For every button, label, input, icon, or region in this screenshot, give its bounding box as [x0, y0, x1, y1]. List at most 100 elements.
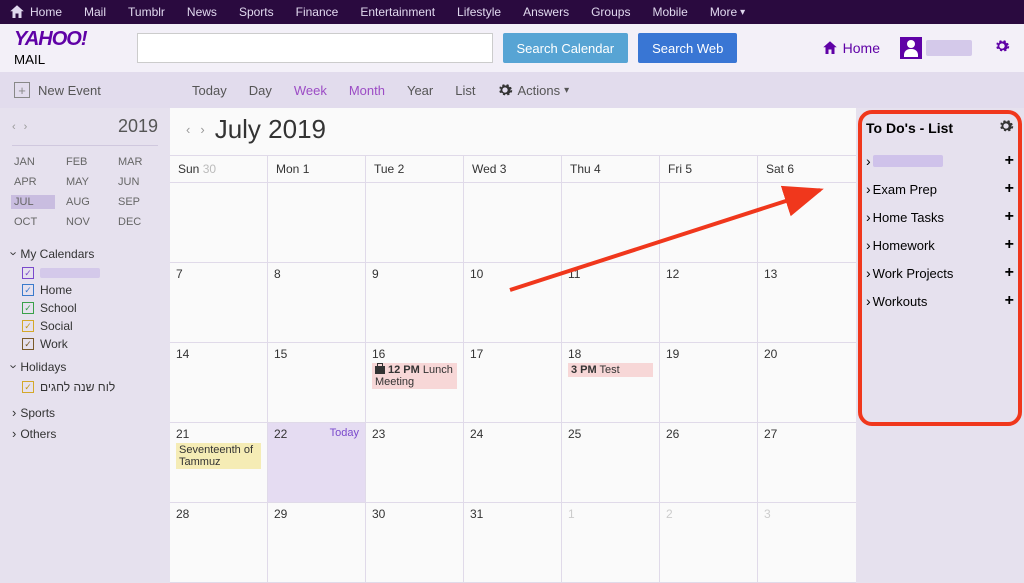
nav-groups[interactable]: Groups	[591, 5, 630, 19]
calendar-cell[interactable]: 12	[660, 263, 758, 343]
todo-item[interactable]: Workouts+	[866, 287, 1014, 315]
calendar-cell[interactable]: 11	[562, 263, 660, 343]
calendar-cell[interactable]: 3	[758, 503, 856, 583]
calendar-cell[interactable]: 2	[660, 503, 758, 583]
add-task-button[interactable]: +	[1005, 180, 1014, 198]
todo-settings[interactable]	[998, 118, 1014, 137]
calendar-item[interactable]: ✓לוח שנה לחגים	[22, 378, 158, 396]
settings-button[interactable]	[994, 38, 1010, 59]
todo-item[interactable]: +	[866, 147, 1014, 175]
actions-menu[interactable]: Actions ▾	[497, 82, 569, 98]
calendar-cell[interactable]	[758, 183, 856, 263]
others-header[interactable]: Others	[12, 423, 158, 444]
month-mar[interactable]: MAR	[118, 156, 156, 168]
nav-entertainment[interactable]: Entertainment	[360, 5, 435, 19]
calendar-cell[interactable]: 31	[464, 503, 562, 583]
view-list[interactable]: List	[455, 83, 475, 98]
calendar-cell[interactable]	[562, 183, 660, 263]
todo-item[interactable]: Home Tasks+	[866, 203, 1014, 231]
calendar-cell[interactable]: 15	[268, 343, 366, 423]
todo-item[interactable]: Work Projects+	[866, 259, 1014, 287]
calendar-cell[interactable]: 14	[170, 343, 268, 423]
checkbox-icon[interactable]: ✓	[22, 338, 34, 350]
calendar-cell[interactable]: 25	[562, 423, 660, 503]
calendar-cell[interactable]: 7	[170, 263, 268, 343]
calendar-cell[interactable]: 24	[464, 423, 562, 503]
nav-mobile[interactable]: Mobile	[652, 5, 687, 19]
add-task-button[interactable]: +	[1005, 152, 1014, 170]
calendar-cell[interactable]: 30	[366, 503, 464, 583]
nav-news[interactable]: News	[187, 5, 217, 19]
calendar-cell[interactable]: 20	[758, 343, 856, 423]
nav-mail[interactable]: Mail	[84, 5, 106, 19]
month-sep[interactable]: SEP	[118, 196, 156, 208]
prev-month[interactable]: ‹	[186, 122, 190, 137]
checkbox-icon[interactable]: ✓	[22, 302, 34, 314]
calendar-cell[interactable]: 17	[464, 343, 562, 423]
calendar-cell[interactable]: 8	[268, 263, 366, 343]
add-task-button[interactable]: +	[1005, 292, 1014, 310]
calendar-cell[interactable]: 29	[268, 503, 366, 583]
next-month[interactable]: ›	[200, 122, 204, 137]
todo-item[interactable]: Homework+	[866, 231, 1014, 259]
calendar-cell[interactable]: 183 PM Test	[562, 343, 660, 423]
search-web-button[interactable]: Search Web	[638, 33, 737, 63]
nav-lifestyle[interactable]: Lifestyle	[457, 5, 501, 19]
checkbox-icon[interactable]: ✓	[22, 381, 34, 393]
todo-item[interactable]: Exam Prep+	[866, 175, 1014, 203]
next-year[interactable]: ›	[24, 121, 28, 133]
calendar-event[interactable]: 12 PM Lunch Meeting	[372, 363, 457, 389]
add-task-button[interactable]: +	[1005, 264, 1014, 282]
search-input[interactable]	[137, 33, 493, 63]
month-jan[interactable]: JAN	[14, 156, 52, 168]
nav-more[interactable]: More▾	[710, 5, 745, 19]
calendar-cell[interactable]: 10	[464, 263, 562, 343]
calendar-item[interactable]: ✓	[22, 265, 158, 281]
month-jun[interactable]: JUN	[118, 176, 156, 188]
calendar-cell[interactable]	[660, 183, 758, 263]
yahoo-logo[interactable]: YAHOO! MAIL	[14, 28, 87, 69]
calendar-cell[interactable]: 28	[170, 503, 268, 583]
calendar-item[interactable]: ✓Home	[22, 281, 158, 299]
month-feb[interactable]: FEB	[66, 156, 104, 168]
month-aug[interactable]: AUG	[66, 196, 104, 208]
new-event-button[interactable]: + New Event	[0, 82, 170, 98]
sports-header[interactable]: Sports	[12, 402, 158, 423]
calendar-event[interactable]: Seventeenth of Tammuz	[176, 443, 261, 469]
month-jul[interactable]: JUL	[11, 195, 55, 209]
month-apr[interactable]: APR	[14, 176, 52, 188]
calendar-cell[interactable]: 27	[758, 423, 856, 503]
calendar-cell[interactable]: 1	[562, 503, 660, 583]
month-dec[interactable]: DEC	[118, 216, 156, 228]
view-month[interactable]: Month	[349, 83, 385, 98]
view-week[interactable]: Week	[294, 83, 327, 98]
my-calendars-header[interactable]: My Calendars	[12, 246, 158, 261]
calendar-cell[interactable]	[268, 183, 366, 263]
checkbox-icon[interactable]: ✓	[22, 284, 34, 296]
nav-home[interactable]: Home	[8, 3, 62, 21]
home-link[interactable]: Home	[821, 39, 880, 57]
user-menu[interactable]	[900, 37, 972, 59]
nav-finance[interactable]: Finance	[296, 5, 339, 19]
view-today[interactable]: Today	[192, 83, 227, 98]
calendar-item[interactable]: ✓Work	[22, 335, 158, 353]
calendar-cell[interactable]: 21Seventeenth of Tammuz	[170, 423, 268, 503]
month-may[interactable]: MAY	[66, 176, 104, 188]
view-day[interactable]: Day	[249, 83, 272, 98]
view-year[interactable]: Year	[407, 83, 433, 98]
nav-sports[interactable]: Sports	[239, 5, 274, 19]
calendar-item[interactable]: ✓Social	[22, 317, 158, 335]
holidays-header[interactable]: Holidays	[12, 359, 158, 374]
calendar-cell[interactable]	[464, 183, 562, 263]
calendar-cell[interactable]: 1612 PM Lunch Meeting	[366, 343, 464, 423]
calendar-cell[interactable]: 13	[758, 263, 856, 343]
checkbox-icon[interactable]: ✓	[22, 320, 34, 332]
month-nov[interactable]: NOV	[66, 216, 104, 228]
calendar-item[interactable]: ✓School	[22, 299, 158, 317]
calendar-cell[interactable]: 26	[660, 423, 758, 503]
calendar-cell[interactable]: 23	[366, 423, 464, 503]
checkbox-icon[interactable]: ✓	[22, 267, 34, 279]
add-task-button[interactable]: +	[1005, 208, 1014, 226]
nav-tumblr[interactable]: Tumblr	[128, 5, 165, 19]
calendar-cell[interactable]: 9	[366, 263, 464, 343]
